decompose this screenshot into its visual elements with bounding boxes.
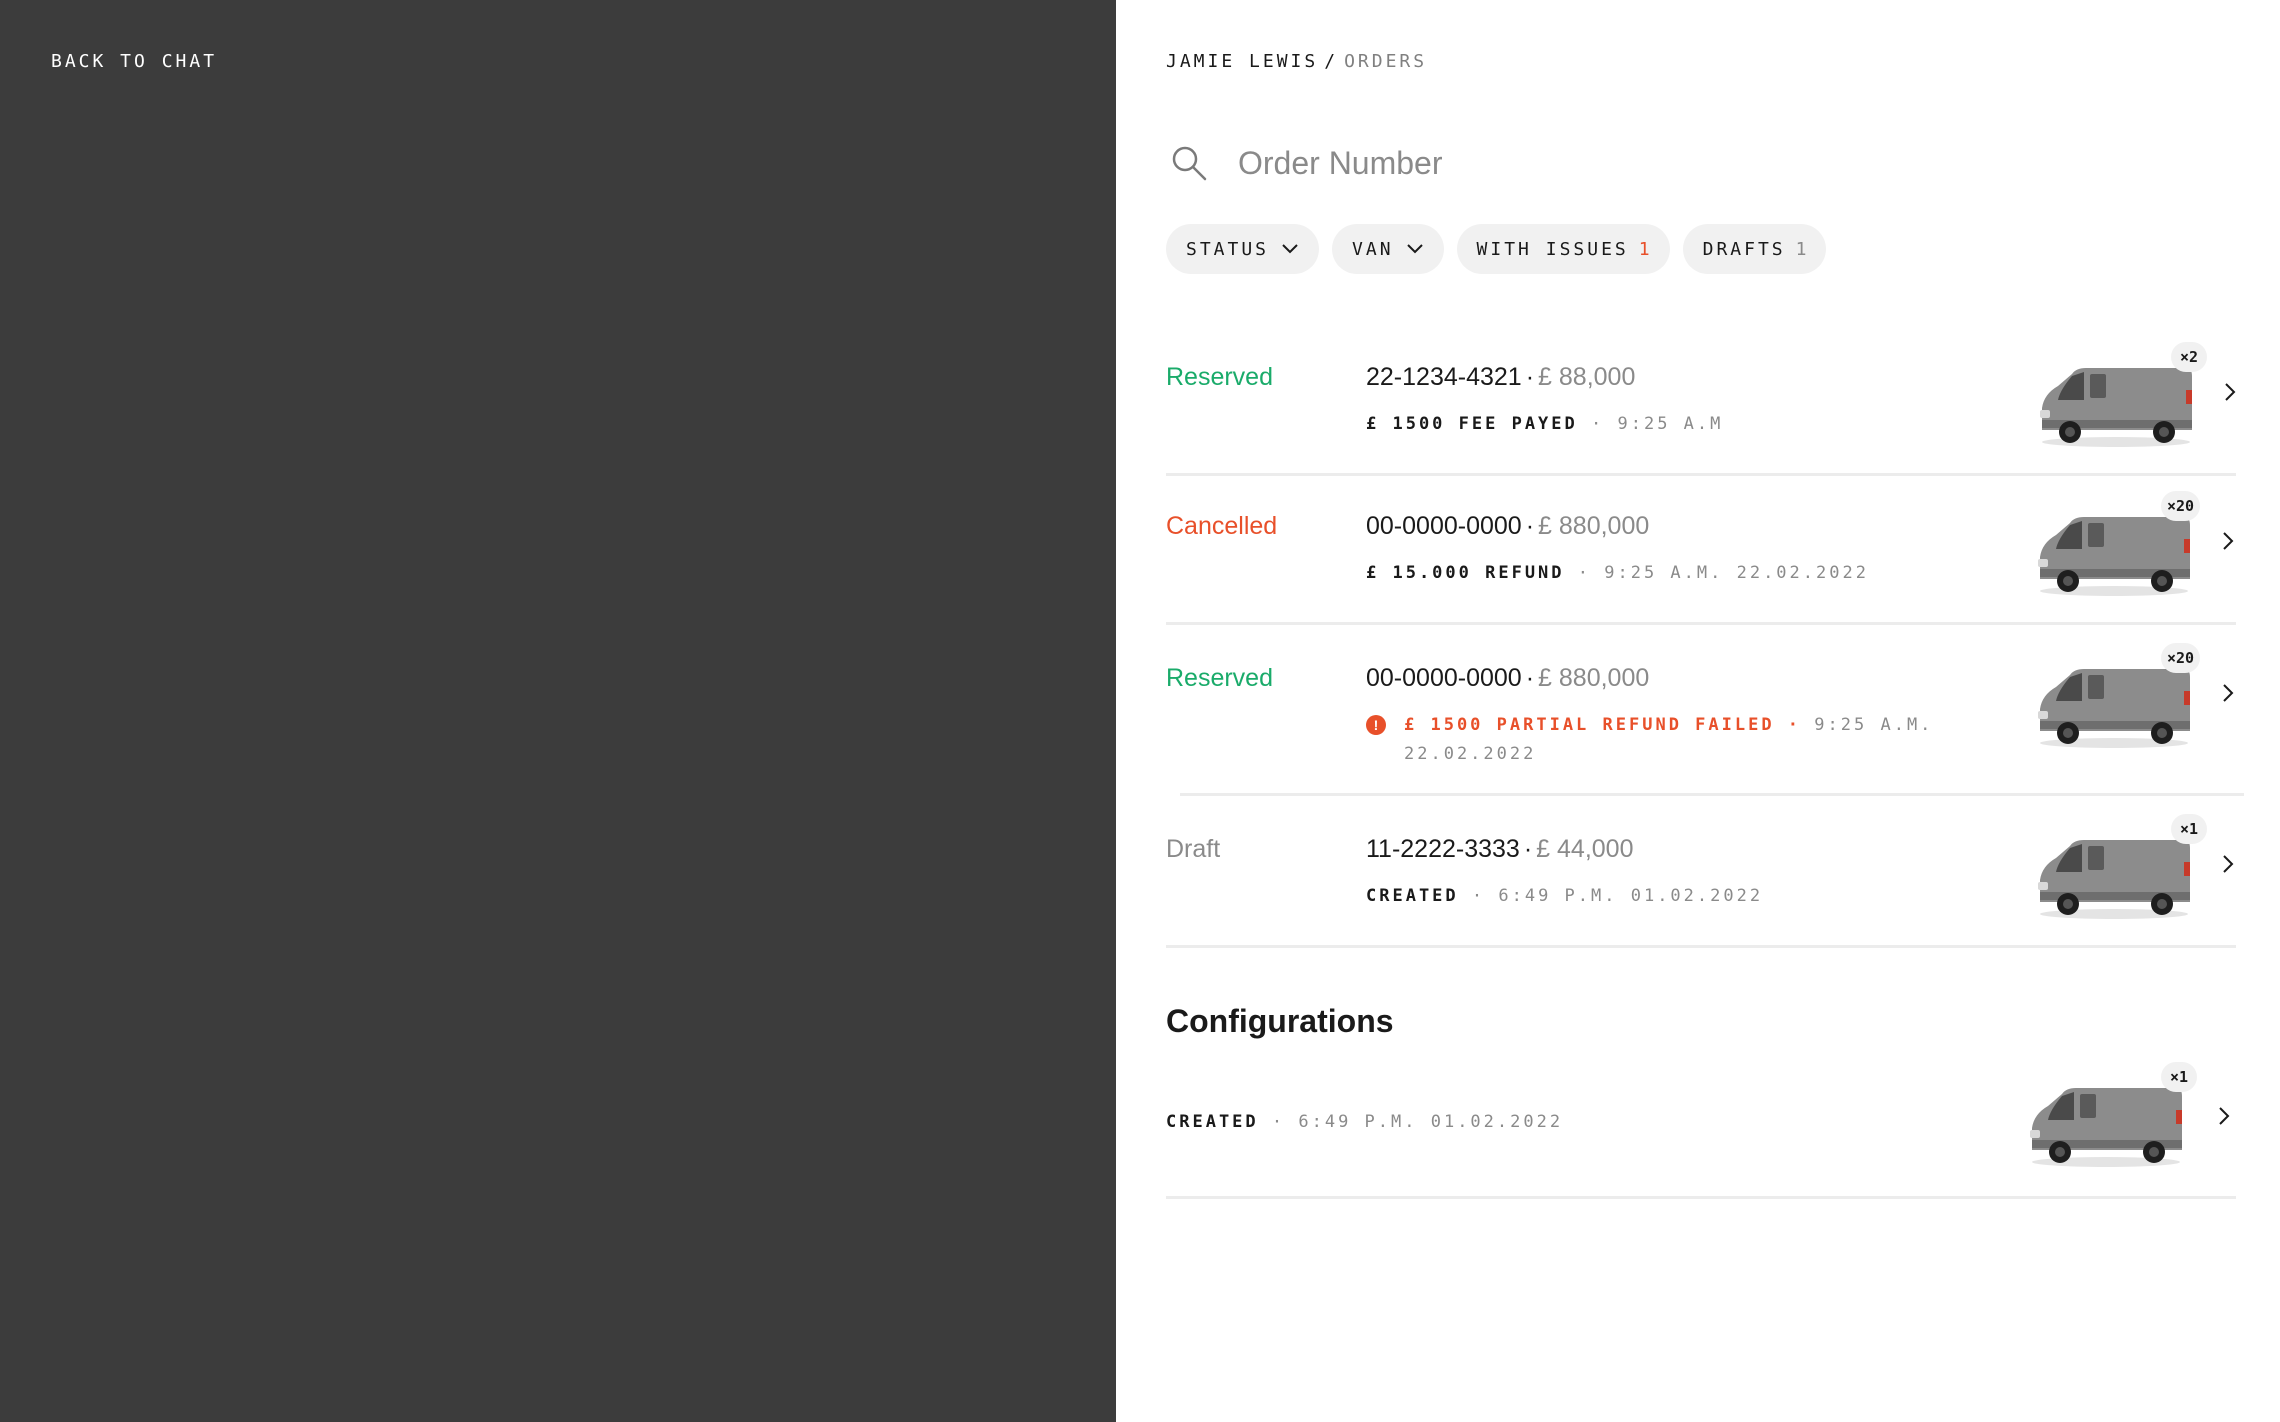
row-divider bbox=[1166, 945, 2236, 948]
quantity-badge: ×1 bbox=[2161, 1062, 2197, 1092]
status-filter-label: STATUS bbox=[1186, 238, 1270, 260]
order-detail-secondary: · 9:25 A.M bbox=[1591, 414, 1724, 434]
order-price: £ 88,000 bbox=[1538, 363, 1636, 391]
order-title: 00-0000-0000 · £ 880,000 bbox=[1366, 664, 1650, 692]
van-filter-label: VAN bbox=[1352, 238, 1394, 260]
van-image bbox=[2034, 822, 2194, 922]
order-number: 00-0000-0000 bbox=[1366, 664, 1522, 692]
order-title: 00-0000-0000 · £ 880,000 bbox=[1366, 512, 1650, 540]
with-issues-count: 1 bbox=[1638, 238, 1650, 260]
chevron-right-icon[interactable] bbox=[2222, 683, 2234, 703]
order-detail-secondary: · 9:25 A.M. 22.02.2022 bbox=[1577, 563, 1869, 583]
order-price: £ 880,000 bbox=[1538, 512, 1650, 540]
van-image bbox=[2036, 350, 2196, 450]
order-info: 11-2222-3333 · £ 44,000 CREATED · 6:49 P.M… bbox=[1366, 835, 1763, 911]
quantity-badge: ×1 bbox=[2171, 814, 2207, 844]
status-filter-chip[interactable]: STATUS bbox=[1166, 224, 1320, 274]
search-icon bbox=[1172, 146, 1207, 181]
quantity-badge: ×20 bbox=[2161, 643, 2201, 673]
order-price: £ 880,000 bbox=[1538, 664, 1650, 692]
order-row[interactable]: Reserved 22-1234-4321 · £ 88,000 £ 1500 FE… bbox=[1166, 342, 2236, 480]
order-row[interactable]: Draft 11-2222-3333 · £ 44,000 CREATED · 6:… bbox=[1166, 814, 2236, 952]
order-status: Reserved bbox=[1166, 363, 1273, 391]
search-bar bbox=[1170, 140, 2220, 186]
row-divider bbox=[1166, 473, 2236, 476]
order-issue-message: £ 1500 PARTIAL REFUND FAILED · bbox=[1404, 715, 1802, 735]
drafts-count: 1 bbox=[1795, 238, 1807, 260]
order-issue-date: 22.02.2022 bbox=[1404, 744, 1537, 764]
order-issue-detail: ! £ 1500 PARTIAL REFUND FAILED · 9:25 A.… bbox=[1366, 711, 1933, 769]
order-info: 00-0000-0000 · £ 880,000 ! £ 1500 PARTIAL … bbox=[1366, 664, 1933, 769]
with-issues-filter-label: WITH ISSUES bbox=[1476, 238, 1629, 260]
order-detail: CREATED · 6:49 P.M. 01.02.2022 bbox=[1366, 882, 1763, 911]
order-issue-time: 9:25 A.M. bbox=[1814, 715, 1934, 735]
order-title: 11-2222-3333 · £ 44,000 bbox=[1366, 835, 1634, 863]
order-number-search-input[interactable] bbox=[1238, 140, 2138, 186]
breadcrumb-current: ORDERS bbox=[1344, 51, 1428, 72]
order-issue-text: £ 1500 PARTIAL REFUND FAILED · 9:25 A.M.… bbox=[1404, 711, 1933, 769]
order-price: £ 44,000 bbox=[1536, 835, 1634, 863]
breadcrumb-separator: / bbox=[1324, 51, 1339, 72]
order-detail-primary: £ 15.000 REFUND bbox=[1366, 563, 1565, 583]
order-detail: £ 1500 FEE PAYED · 9:25 A.M bbox=[1366, 410, 1723, 439]
van-image bbox=[2026, 1070, 2186, 1170]
order-number: 00-0000-0000 bbox=[1366, 512, 1522, 540]
quantity-badge: ×20 bbox=[2161, 491, 2201, 521]
chevron-right-icon[interactable] bbox=[2222, 531, 2234, 551]
order-info: 22-1234-4321 · £ 88,000 £ 1500 FEE PAYED ·… bbox=[1366, 363, 1723, 439]
left-panel: BACK TO CHAT bbox=[0, 0, 1116, 1422]
configuration-detail-primary: CREATED bbox=[1166, 1112, 1259, 1132]
order-row[interactable]: Cancelled 00-0000-0000 · £ 880,000 £ 15.00… bbox=[1166, 491, 2236, 629]
order-detail-secondary: · 6:49 P.M. 01.02.2022 bbox=[1471, 886, 1764, 906]
order-detail-primary: CREATED bbox=[1366, 886, 1459, 906]
drafts-filter-chip[interactable]: DRAFTS 1 bbox=[1682, 224, 1827, 274]
order-detail-primary: £ 1500 FEE PAYED bbox=[1366, 414, 1578, 434]
orders-panel: JAMIE LEWIS /ORDERS STATUS VAN WITH ISSUE… bbox=[1116, 0, 2280, 1422]
back-to-chat-link[interactable]: BACK TO CHAT bbox=[51, 51, 217, 72]
chevron-right-icon[interactable] bbox=[2224, 382, 2236, 402]
configuration-detail: CREATED · 6:49 P.M. 01.02.2022 bbox=[1166, 1108, 1563, 1137]
order-detail: £ 15.000 REFUND · 9:25 A.M. 22.02.2022 bbox=[1366, 559, 1869, 588]
row-divider bbox=[1180, 793, 2244, 796]
quantity-badge: ×2 bbox=[2171, 342, 2207, 372]
configuration-row[interactable]: CREATED · 6:49 P.M. 01.02.2022 ×1 bbox=[1166, 1062, 2236, 1200]
order-status: Draft bbox=[1166, 835, 1221, 863]
order-title: 22-1234-4321 · £ 88,000 bbox=[1366, 363, 1636, 391]
row-divider bbox=[1166, 1196, 2236, 1199]
chevron-down-icon bbox=[1282, 244, 1298, 254]
chevron-right-icon[interactable] bbox=[2218, 1106, 2230, 1126]
breadcrumb-user[interactable]: JAMIE LEWIS bbox=[1166, 51, 1318, 72]
order-number: 11-2222-3333 bbox=[1366, 835, 1520, 863]
order-info: 00-0000-0000 · £ 880,000 £ 15.000 REFUND ·… bbox=[1366, 512, 1869, 588]
row-divider bbox=[1166, 622, 2236, 625]
chevron-down-icon bbox=[1406, 244, 1423, 254]
with-issues-filter-chip[interactable]: WITH ISSUES 1 bbox=[1456, 224, 1670, 274]
chevron-right-icon[interactable] bbox=[2222, 854, 2234, 874]
filter-bar: STATUS VAN WITH ISSUES 1 DRAFTS 1 bbox=[1166, 224, 1827, 274]
alert-icon: ! bbox=[1366, 715, 1386, 735]
configuration-detail-secondary: · 6:49 P.M. 01.02.2022 bbox=[1271, 1112, 1564, 1132]
drafts-filter-label: DRAFTS bbox=[1702, 238, 1786, 260]
configurations-heading: Configurations bbox=[1166, 1003, 1394, 1039]
breadcrumb: JAMIE LEWIS / ORDERS bbox=[1166, 51, 1427, 72]
order-number: 22-1234-4321 bbox=[1366, 363, 1522, 391]
order-status: Reserved bbox=[1166, 664, 1273, 692]
order-status: Cancelled bbox=[1166, 512, 1278, 540]
order-row[interactable]: Reserved 00-0000-0000 · £ 880,000 ! £ 1500… bbox=[1166, 643, 2236, 801]
van-filter-chip[interactable]: VAN bbox=[1332, 224, 1444, 274]
